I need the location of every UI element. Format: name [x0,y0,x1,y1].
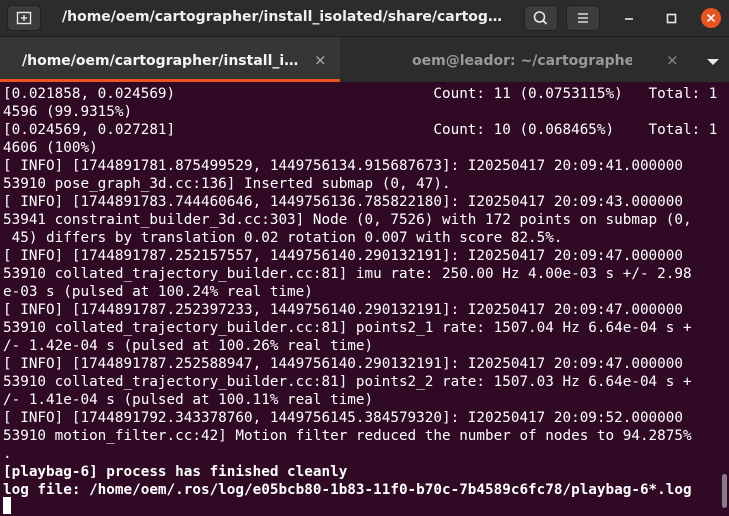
maximize-icon [666,13,677,24]
tab-close-icon[interactable]: × [666,51,679,69]
terminal-line: . [3,446,12,462]
text-cursor [3,497,11,514]
new-tab-button[interactable] [7,5,41,31]
tab-cartographer-share[interactable]: /home/oem/cartographer/install_isolated/… [0,37,340,82]
terminal-line: [ INFO] [1744891787.252157557, 144975614… [3,248,683,264]
tab-close-icon[interactable]: × [314,51,327,69]
minimize-button[interactable] [618,7,640,29]
terminal-line: [ INFO] [1744891787.252397233, 144975614… [3,302,683,318]
terminal-line: 53910 collated_trajectory_builder.cc:81]… [3,320,692,336]
terminal-line: [0.024569, 0.027281] Count: 10 (0.068465… [3,122,718,138]
tab-oem-leador[interactable]: oem@leador: ~/cartographer × [340,37,692,82]
terminal-line: [0.021858, 0.024569) Count: 11 (0.075311… [3,86,718,102]
close-button[interactable] [700,7,722,29]
search-icon [533,11,548,25]
header-bar: /home/oem/cartographer/install_isolated/… [0,0,729,36]
terminal-line: 53941 constraint_builder_3d.cc:303] Node… [3,212,692,228]
terminal-line: [ INFO] [1744891792.343378760, 144975614… [3,410,683,426]
window-title: /home/oem/cartographer/install_isolated/… [62,9,508,25]
terminal-line: [ INFO] [1744891787.252588947, 144975614… [3,356,683,372]
terminal-lines: [0.021858, 0.024569) Count: 11 (0.075311… [3,85,727,499]
terminal-output[interactable]: [0.021858, 0.024569) Count: 11 (0.075311… [0,82,729,516]
terminal-line: 45) differs by translation 0.02 rotation… [3,230,563,246]
scrollbar-thumb[interactable] [722,474,727,508]
terminal-line-logfile: log file: /home/oem/.ros/log/e05bcb80-1b… [3,482,692,498]
terminal-line: 4596 (99.9315%) [3,104,133,120]
terminal-line: [ INFO] [1744891781.875499529, 144975613… [3,158,683,174]
terminal-line: 53910 pose_graph_3d.cc:136] Inserted sub… [3,176,451,192]
search-button[interactable] [524,5,558,31]
terminal-window: /home/oem/cartographer/install_isolated/… [0,0,729,516]
terminal-line: e-03 s (pulsed at 100.24% real time) [3,284,313,300]
maximize-button[interactable] [660,7,682,29]
close-icon [701,8,721,28]
hamburger-menu-icon [578,13,588,23]
new-tab-icon [16,11,32,25]
chevron-down-icon [707,59,719,65]
tab-bar: /home/oem/cartographer/install_isolated/… [0,36,729,82]
terminal-line-status: [playbag-6] process has finished cleanly [3,464,348,480]
minimize-icon [625,18,633,20]
terminal-line: 4606 (100%) [3,140,98,156]
terminal-line: 53910 motion_filter.cc:42] Motion filter… [3,428,692,444]
terminal-line: /- 1.42e-04 s (pulsed at 100.26% real ti… [3,338,374,354]
tabs-dropdown-button[interactable] [706,57,720,67]
terminal-line: /- 1.41e-04 s (pulsed at 100.11% real ti… [3,392,374,408]
tab-label: /home/oem/cartographer/install_isolated/… [22,53,304,69]
terminal-line: [ INFO] [1744891783.744460646, 144975613… [3,194,683,210]
menu-button[interactable] [566,5,600,31]
terminal-line: 53910 collated_trajectory_builder.cc:81]… [3,266,692,282]
tab-label: oem@leador: ~/cartographer [412,53,632,69]
terminal-line: 53910 collated_trajectory_builder.cc:81]… [3,374,692,390]
